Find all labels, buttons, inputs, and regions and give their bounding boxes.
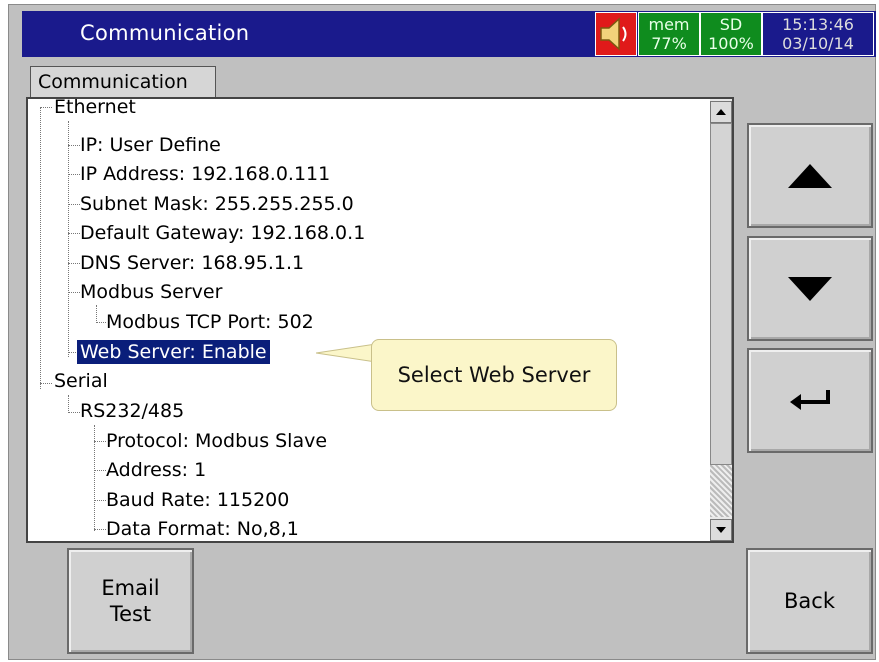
enter-icon [790,389,830,410]
scroll-down-icon [716,527,726,533]
tree-node-serial[interactable]: Serial [54,369,108,393]
speaker-icon [600,17,627,51]
memory-status: mem 77% [638,12,700,56]
settings-tree: Ethernet IP: User Define IP Address: 192… [28,99,710,541]
tree-node-ip-address[interactable]: IP Address: 192.168.0.111 [80,162,330,186]
window-title: Communication [80,21,250,45]
email-test-label-line1: Email [101,576,160,600]
email-test-button[interactable]: Email Test [67,548,194,654]
enter-button[interactable] [747,348,873,453]
tree-node-modbus-port[interactable]: Modbus TCP Port: 502 [106,310,314,334]
tree-node-gateway[interactable]: Default Gateway: 192.168.0.1 [80,221,365,245]
arrow-up-icon [788,163,832,188]
tree-scrollbar[interactable] [710,99,732,541]
tree-node-subnet[interactable]: Subnet Mask: 255.255.255.0 [80,192,354,216]
scroll-track[interactable] [710,465,732,517]
tree-node-baud[interactable]: Baud Rate: 115200 [106,488,289,512]
datetime: 15:13:46 03/10/14 [762,12,874,56]
mem-label: mem [648,15,690,34]
tree-node-data-format[interactable]: Data Format: No,8,1 [106,517,299,541]
tree-panel: Ethernet IP: User Define IP Address: 192… [26,97,734,543]
tree-node-modbus-server[interactable]: Modbus Server [80,280,222,304]
tree-node-protocol[interactable]: Protocol: Modbus Slave [106,429,327,453]
tooltip-select-web-server: Select Web Server [371,339,617,411]
tree-node-rs232[interactable]: RS232/485 [80,399,184,423]
sd-value: 100% [708,34,754,53]
scroll-thumb[interactable] [710,123,732,465]
down-button[interactable] [747,236,873,341]
title-bar: Communication mem 77% SD 100% 15:13:46 0… [22,11,876,57]
scroll-up-icon [716,109,726,115]
sd-status: SD 100% [700,12,762,56]
back-button[interactable]: Back [746,548,873,654]
tree-node-ip[interactable]: IP: User Define [80,133,221,157]
tree-node-address[interactable]: Address: 1 [106,458,206,482]
speaker-button[interactable] [595,12,637,56]
mem-value: 77% [651,34,687,53]
back-label: Back [784,589,835,613]
date-display: 03/10/14 [782,34,854,53]
tree-node-ethernet[interactable]: Ethernet [54,99,136,119]
time-display: 15:13:46 [782,15,854,34]
tab-communication[interactable]: Communication [30,66,216,97]
sd-label: SD [719,15,743,34]
scroll-up-button[interactable] [710,101,732,123]
tree-node-dns[interactable]: DNS Server: 168.95.1.1 [80,251,304,275]
up-button[interactable] [747,123,873,228]
scroll-down-button[interactable] [710,519,732,541]
tree-node-web-server[interactable]: Web Server: Enable [77,340,270,364]
arrow-down-icon [788,276,832,301]
tooltip-tail [316,344,376,362]
email-test-label-line2: Test [109,602,152,626]
